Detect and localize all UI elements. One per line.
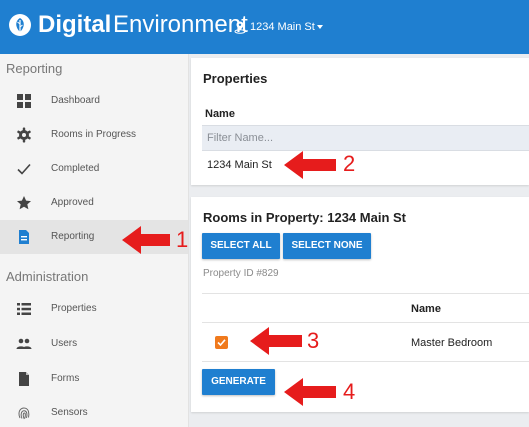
sidebar-item-label: Dashboard (51, 95, 100, 106)
sidebar-item-label: Rooms in Progress (51, 129, 137, 140)
property-id-label: Property ID #829 (203, 268, 279, 279)
annotation-number-2: 2 (343, 151, 356, 176)
checkmark-icon (217, 339, 226, 347)
sidebar-item-completed[interactable]: Completed (0, 152, 188, 186)
leaf-logo-icon (9, 14, 31, 36)
file-icon (19, 372, 29, 386)
list-icon (17, 303, 31, 315)
table-divider-bottom (202, 361, 529, 362)
dashboard-icon (17, 94, 31, 108)
location-pin-icon (234, 21, 246, 34)
brand-name-bold: Digital (38, 11, 112, 38)
users-icon (16, 338, 32, 349)
select-none-button[interactable]: SELECT NONE (283, 233, 371, 259)
sidebar-item-dashboard[interactable]: Dashboard (0, 84, 188, 118)
rooms-title: Rooms in Property: 1234 Main St (203, 210, 406, 225)
sidebar-item-label: Users (51, 338, 78, 349)
properties-title: Properties (203, 71, 268, 86)
property-row-1234-main-st[interactable]: 1234 Main St (207, 158, 272, 172)
brand-name-light: Environment (113, 11, 248, 38)
annotation-arrow-3 (250, 327, 302, 355)
sidebar-item-sensors[interactable]: Sensors (0, 396, 188, 427)
sidebar-item-forms[interactable]: Forms (0, 362, 188, 396)
properties-column-name[interactable]: Name (205, 107, 235, 121)
rooms-column-name[interactable]: Name (411, 302, 441, 316)
location-selector[interactable]: 1234 Main St (250, 19, 315, 35)
generate-button[interactable]: GENERATE (202, 369, 275, 395)
sidebar-header-reporting: Reporting (6, 61, 63, 76)
filter-name-input[interactable] (202, 125, 529, 151)
sidebar-item-label: Completed (51, 163, 100, 174)
check-icon (17, 163, 31, 175)
table-divider-top (202, 293, 529, 294)
annotation-arrow-4 (284, 378, 336, 406)
sidebar-item-label: Sensors (51, 407, 88, 418)
sidebar-item-label: Approved (51, 197, 94, 208)
star-icon (17, 196, 31, 210)
sidebar-item-label: Properties (51, 303, 97, 314)
sidebar-item-label: Forms (51, 373, 80, 384)
annotation-arrow-2 (284, 151, 336, 179)
annotation-number-1: 1 (176, 227, 189, 252)
sidebar-item-rooms-in-progress[interactable]: Rooms in Progress (0, 118, 188, 152)
select-all-button[interactable]: SELECT ALL (202, 233, 280, 259)
sidebar-item-label: Reporting (51, 231, 95, 242)
annotation-number-4: 4 (343, 379, 356, 404)
room-row-master-bedroom[interactable]: Master Bedroom (411, 336, 492, 350)
annotation-arrow-1 (122, 226, 170, 254)
table-divider-header (202, 322, 529, 323)
annotation-number-3: 3 (307, 328, 320, 353)
sidebar-item-approved[interactable]: Approved (0, 186, 188, 220)
caret-down-icon[interactable] (317, 25, 323, 29)
top-bar: Digital Environment 1234 Main St (0, 0, 529, 54)
room-checkbox-master-bedroom[interactable] (215, 336, 228, 349)
fingerprint-icon (18, 407, 30, 420)
gear-icon (17, 127, 31, 143)
sidebar-item-properties[interactable]: Properties (0, 292, 188, 326)
sidebar-header-administration: Administration (6, 269, 89, 284)
sidebar-item-users[interactable]: Users (0, 327, 188, 361)
document-icon (19, 230, 29, 244)
